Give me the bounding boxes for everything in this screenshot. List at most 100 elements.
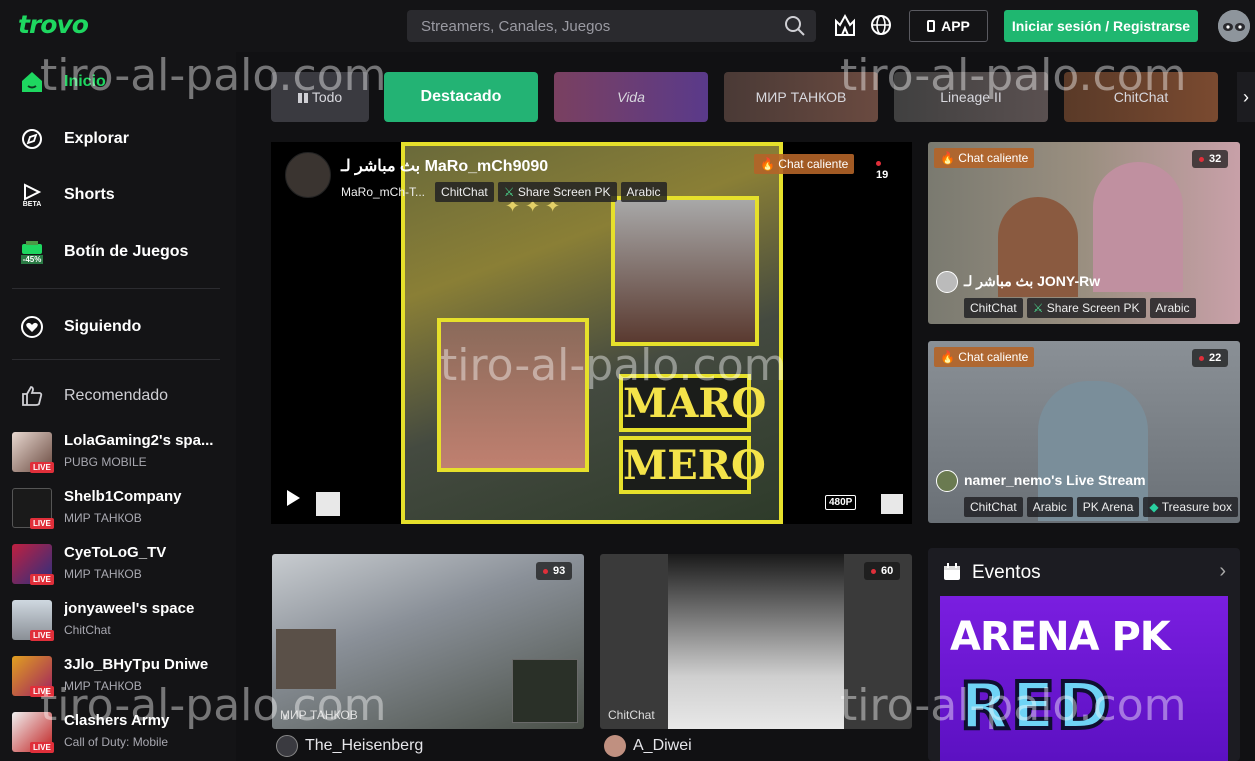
login-button[interactable]: Iniciar sesión / Registrarse	[1004, 10, 1198, 42]
globe-icon[interactable]	[870, 13, 892, 42]
sidebar-item-shorts[interactable]: BETA Shorts	[18, 175, 115, 215]
tag-share-screen[interactable]: ⚔ Share Screen PK	[1026, 298, 1146, 318]
tag-arabic[interactable]: Arabic	[620, 182, 667, 202]
channel-game: PUBG MOBILE	[64, 455, 147, 469]
event-banner-title: ARENA PK	[950, 614, 1171, 660]
sidebar-item-label: Shorts	[64, 186, 115, 203]
quality-button[interactable]: 480P	[825, 495, 857, 510]
minimap	[512, 659, 578, 723]
avatar[interactable]	[1218, 10, 1250, 42]
divider	[12, 359, 220, 360]
stop-button[interactable]	[316, 492, 340, 516]
viewer-count: 60	[864, 562, 901, 580]
tab-todo[interactable]: Todo	[271, 72, 369, 122]
stream-card[interactable]: 🔥 Chat caliente 32 بث مباشر لـ JONY-Rw C…	[928, 142, 1240, 324]
stream-card[interactable]: 93 МИР ТАНКОВ	[272, 554, 584, 729]
chevron-right-icon[interactable]: ›	[1219, 560, 1226, 583]
streamer-avatar	[936, 470, 958, 492]
stream-photo-2	[437, 318, 589, 472]
sidebar-item-botin[interactable]: -45% Botín de Juegos	[18, 232, 188, 272]
sidebar-item-label: Botín de Juegos	[64, 243, 189, 260]
fire-icon: 🔥	[940, 151, 955, 165]
channel-item[interactable]: LIVE LolaGaming2's spa... PUBG MOBILE	[12, 432, 232, 476]
sidebar-item-label: Siguiendo	[64, 318, 142, 335]
streamer-avatar[interactable]	[604, 735, 626, 757]
stream-card[interactable]: 60 ChitChat	[600, 554, 912, 729]
tag-treasure-box[interactable]: ◆ Treasure box	[1143, 497, 1239, 517]
grid-icon	[297, 93, 308, 103]
sidebar-item-inicio[interactable]: Inicio	[18, 62, 106, 102]
tag-arabic[interactable]: Arabic	[1026, 497, 1073, 517]
gem-icon: ◆	[1149, 500, 1162, 514]
channel-name: CyeToLoG_TV	[64, 544, 167, 561]
channel-item[interactable]: LIVE Shelb1Company МИР ТАНКОВ	[12, 488, 232, 532]
trovo-logo[interactable]: trovo	[18, 10, 89, 39]
channel-game: МИР ТАНКОВ	[64, 679, 142, 693]
featured-player[interactable]: ✦ ✦ ✦ MARO MERO بث مباشر لـ MaRo_mCh9090…	[271, 142, 912, 524]
stream-card[interactable]: 🔥 Chat caliente 22 namer_nemo's Live Str…	[928, 341, 1240, 523]
event-banner-subtitle: RED	[958, 668, 1113, 746]
tag-arabic[interactable]: Arabic	[1149, 298, 1196, 318]
play-icon[interactable]	[285, 489, 301, 512]
channel-game: МИР ТАНКОВ	[64, 567, 142, 581]
search-icon[interactable]	[784, 15, 806, 42]
channel-game: МИР ТАНКОВ	[64, 511, 142, 525]
events-title: Eventos	[972, 562, 1041, 583]
channel-name: 3Jlo_BHyTpu Dniwe	[64, 656, 209, 673]
phone-icon	[927, 20, 936, 32]
tag-chitchat[interactable]: ChitChat	[435, 182, 494, 202]
stream-thumbnail	[668, 554, 844, 729]
calendar-icon	[942, 562, 962, 587]
streamer-avatar	[936, 271, 958, 293]
tab-lineage[interactable]: Lineage II	[894, 72, 1048, 122]
top-bar: trovo Streamers, Canales, Juegos APP Ini…	[0, 0, 1255, 52]
sidebar-item-explorar[interactable]: Explorar	[18, 119, 129, 159]
tag-share-screen[interactable]: ⚔ Share Screen PK	[497, 182, 617, 202]
streamer-name[interactable]: A_Diwei	[633, 737, 692, 755]
stream-title[interactable]: بث مباشر لـ MaRo_mCh9090	[341, 156, 548, 176]
live-badge: LIVE	[30, 630, 54, 641]
tab-vida[interactable]: Vida	[554, 72, 708, 122]
chevron-right-icon[interactable]: ›	[1237, 72, 1255, 122]
stream-title: بث مباشر لـ JONY-Rw	[964, 273, 1101, 289]
live-badge: LIVE	[30, 686, 54, 697]
home-icon	[18, 68, 46, 96]
shorts-icon: BETA	[18, 181, 46, 209]
hot-chat-badge: 🔥 Chat caliente	[934, 347, 1035, 367]
viewer-count: 32	[1192, 150, 1229, 168]
events-panel: Eventos › ARENA PK RED	[928, 548, 1240, 761]
swords-icon: ⚔	[1032, 301, 1047, 315]
app-button[interactable]: APP	[909, 10, 988, 42]
channel-item[interactable]: LIVE Clashers Army Call of Duty: Mobile	[12, 712, 232, 756]
channel-name: jonyaweel's space	[64, 600, 195, 617]
tab-destacado[interactable]: Destacado	[384, 72, 538, 122]
streamer-avatar[interactable]	[276, 735, 298, 757]
tab-mir-tankov[interactable]: МИР ТАНКОВ	[724, 72, 878, 122]
channel-name: LolaGaming2's spa...	[64, 432, 214, 449]
fullscreen-button[interactable]	[881, 494, 903, 514]
live-badge: LIVE	[30, 574, 54, 585]
event-banner[interactable]: ARENA PK RED	[940, 596, 1228, 761]
game-label: ChitChat	[608, 708, 655, 722]
streamer-avatar[interactable]	[285, 152, 331, 198]
channel-item[interactable]: LIVE jonyaweel's space ChitChat	[12, 600, 232, 644]
fire-icon: 🔥	[940, 350, 955, 364]
sidebar-item-siguiendo[interactable]: Siguiendo	[18, 307, 141, 347]
castle-icon[interactable]	[834, 13, 856, 42]
hot-chat-badge: 🔥 Chat caliente	[934, 148, 1035, 168]
sidebar: Inicio Explorar BETA Shorts -45% Botín d…	[0, 52, 236, 761]
streamer-name[interactable]: MaRo_mCh-T...	[341, 182, 431, 202]
tag-chitchat[interactable]: ChitChat	[964, 298, 1023, 318]
streamer-name[interactable]: The_Heisenberg	[305, 737, 423, 755]
channel-game: Call of Duty: Mobile	[64, 735, 169, 749]
channel-item[interactable]: LIVE CyeToLoG_TV МИР ТАНКОВ	[12, 544, 232, 588]
channel-game: ChitChat	[64, 623, 111, 637]
search-bar[interactable]: Streamers, Canales, Juegos	[407, 10, 816, 42]
beta-badge: BETA	[22, 200, 42, 208]
tag-chitchat[interactable]: ChitChat	[964, 497, 1023, 517]
channel-item[interactable]: LIVE 3Jlo_BHyTpu Dniwe МИР ТАНКОВ	[12, 656, 232, 700]
tag-pk-arena[interactable]: PK Arena	[1076, 497, 1140, 517]
stream-title: namer_nemo's Live Stream	[964, 472, 1146, 488]
channel-name: Clashers Army	[64, 712, 170, 729]
tab-chitchat[interactable]: ChitChat	[1064, 72, 1218, 122]
